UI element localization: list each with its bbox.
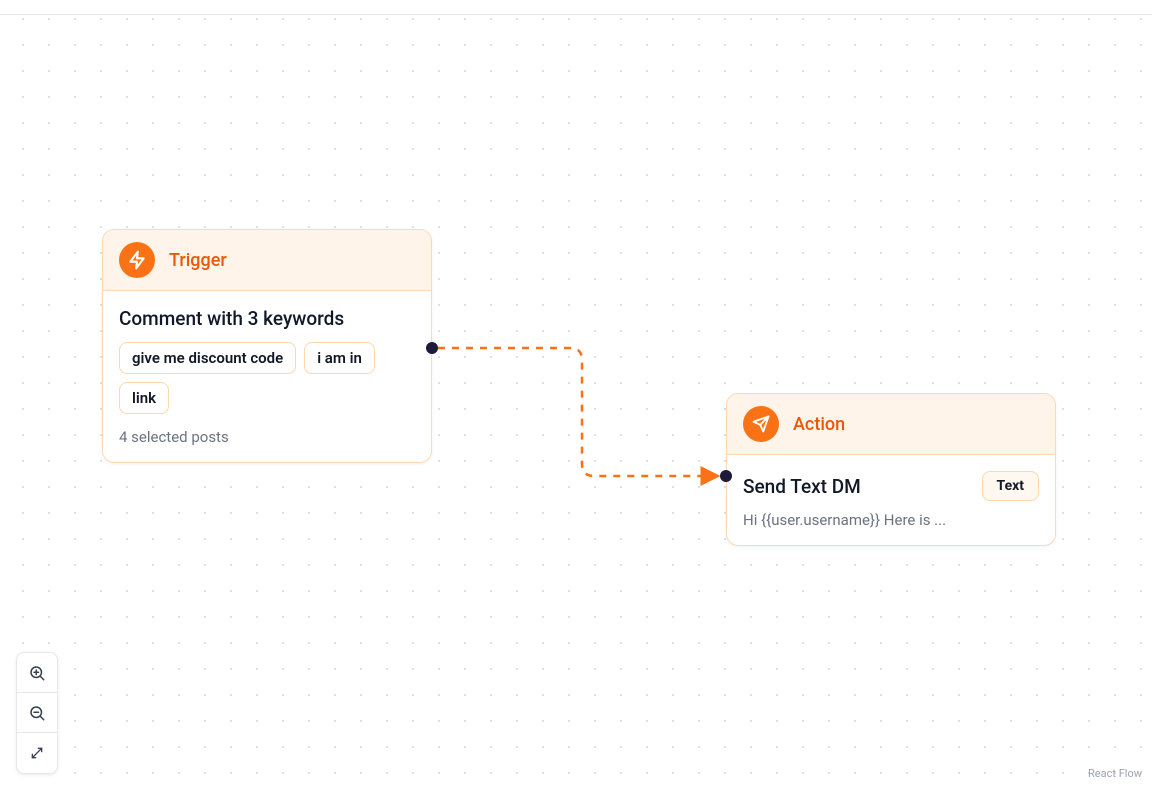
action-node-header: Action (727, 394, 1055, 455)
action-title: Send Text DM (743, 475, 861, 498)
trigger-node-header: Trigger (103, 230, 431, 291)
send-icon (743, 406, 779, 442)
keyword-chip[interactable]: link (119, 382, 169, 414)
action-node[interactable]: Action Send Text DM Text Hi {{user.usern… (726, 393, 1056, 546)
node-handle-source[interactable] (426, 342, 438, 354)
lightning-icon (119, 242, 155, 278)
keyword-chip[interactable]: give me discount code (119, 342, 296, 374)
top-divider (0, 14, 1152, 15)
attribution-label: React Flow (1088, 767, 1142, 780)
node-handle-target[interactable] (720, 470, 732, 482)
keyword-chip[interactable]: i am in (304, 342, 375, 374)
trigger-type-label: Trigger (169, 250, 227, 271)
action-badge: Text (982, 471, 1039, 501)
edge-trigger-to-action[interactable] (438, 348, 718, 476)
trigger-title: Comment with 3 keywords (119, 307, 415, 330)
action-preview: Hi {{user.username}} Here is ... (743, 511, 1039, 529)
trigger-node[interactable]: Trigger Comment with 3 keywords give me … (102, 229, 432, 463)
flow-canvas[interactable]: Trigger Comment with 3 keywords give me … (0, 0, 1152, 786)
zoom-controls (16, 652, 58, 774)
zoom-in-button[interactable] (17, 653, 57, 693)
action-type-label: Action (793, 414, 845, 435)
trigger-node-body: Comment with 3 keywords give me discount… (103, 291, 431, 462)
action-node-body: Send Text DM Text Hi {{user.username}} H… (727, 455, 1055, 545)
trigger-keywords: give me discount code i am in link (119, 342, 415, 414)
trigger-footer: 4 selected posts (119, 428, 415, 446)
zoom-out-button[interactable] (17, 693, 57, 733)
fit-view-button[interactable] (17, 733, 57, 773)
